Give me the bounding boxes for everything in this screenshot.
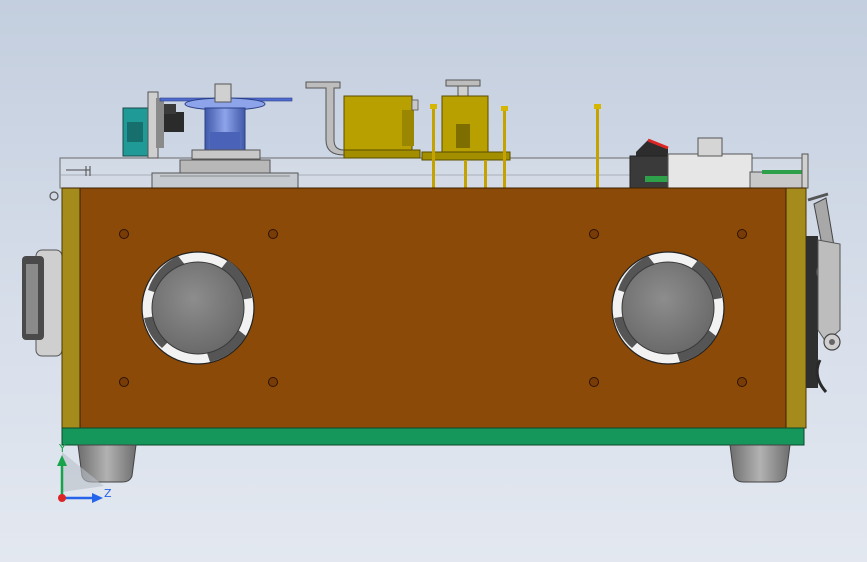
fan-left	[141, 251, 255, 365]
side-knob	[22, 249, 63, 357]
base-plate	[61, 427, 805, 446]
teal-motor	[122, 91, 184, 159]
cad-viewport[interactable]: Y Z	[0, 0, 867, 562]
cad-model-drawing: Y Z	[22, 79, 841, 503]
brass-block	[305, 81, 421, 159]
feet	[77, 444, 791, 483]
side-latch	[806, 192, 841, 393]
axis-y-label: Y	[58, 442, 66, 455]
fan-right	[611, 251, 725, 365]
axis-z-label: Z	[104, 487, 112, 500]
